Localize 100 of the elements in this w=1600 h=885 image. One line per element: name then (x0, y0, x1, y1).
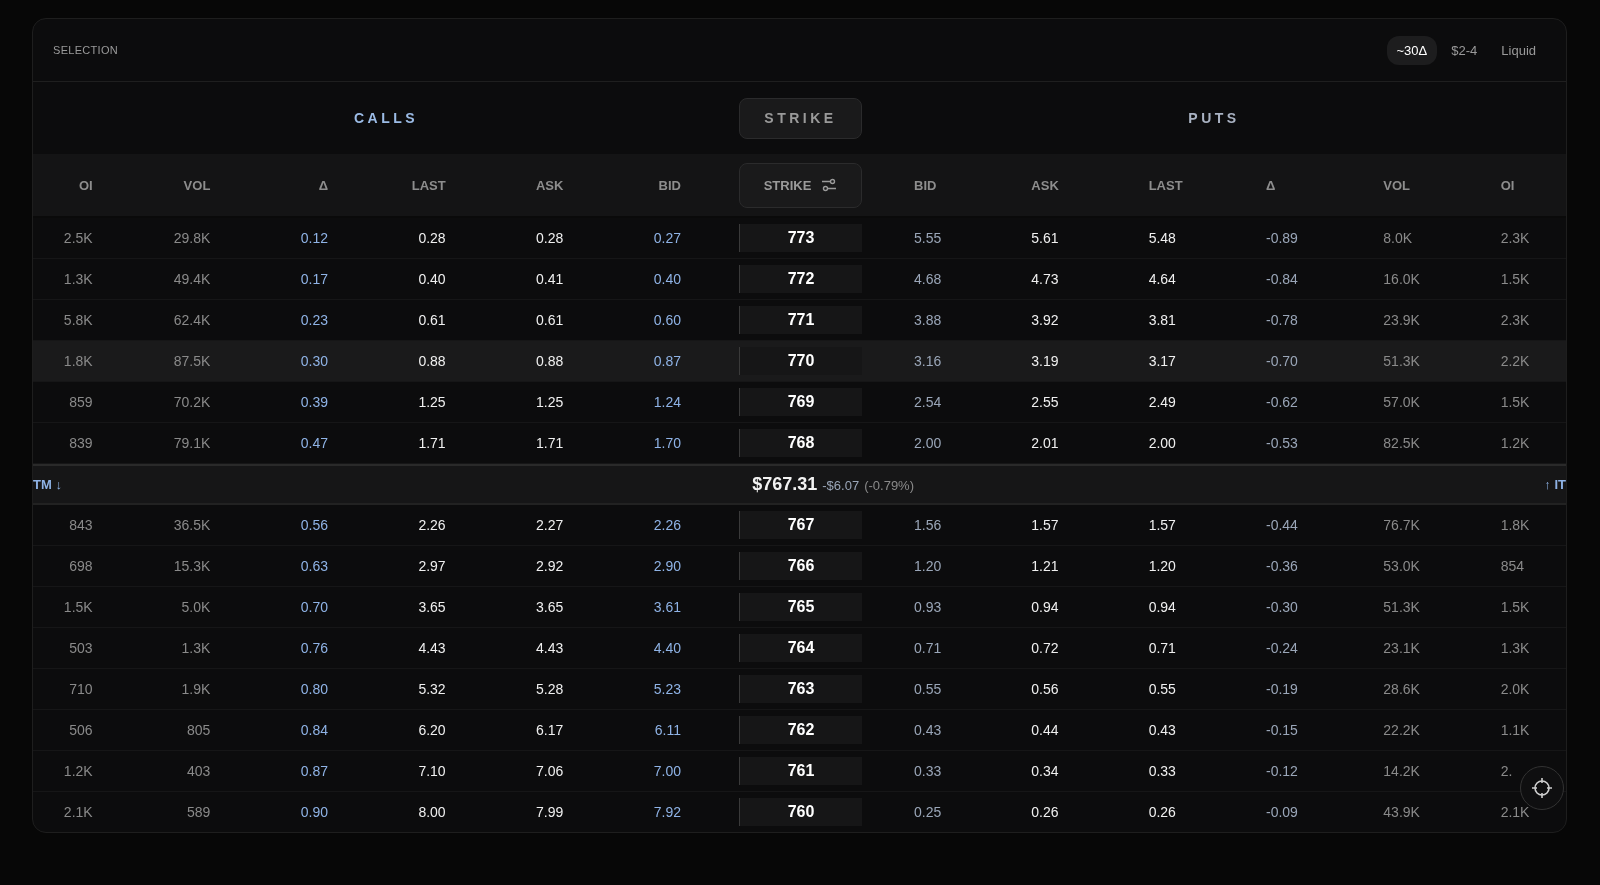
table-cell-text: 79.1K (172, 435, 212, 451)
filter-chip[interactable]: ~30Δ (1386, 35, 1438, 65)
table-cell-text: -0.30 (1265, 599, 1299, 615)
table-cell-text: 15.3K (172, 558, 212, 574)
table-cell-text: 3.16 (913, 353, 943, 369)
table-cell-text: 87.5K (172, 353, 212, 369)
column-header[interactable]: OI (1448, 177, 1566, 193)
table-cell-text: 0.33 (1147, 763, 1177, 779)
table-cell-text: 0.30 (299, 353, 329, 369)
table-cell-text: 0.71 (1147, 640, 1177, 656)
table-cell-text: 5.28 (535, 681, 565, 697)
itm-label: ↑ IT (1544, 477, 1566, 492)
column-header[interactable]: BID (862, 177, 980, 193)
table-cell-text: 0.72 (1030, 640, 1060, 656)
otm-label: TM ↓ (33, 477, 62, 492)
table-cell-text: 1.70 (652, 435, 682, 451)
table-cell-text: 1.5K (1499, 599, 1531, 615)
table-cell-text: 1.3K (180, 640, 212, 656)
table-cell-text: 1.5K (62, 599, 94, 615)
table-cell-text: 2.3K (1499, 312, 1531, 328)
table-cell-text: 57.0K (1382, 394, 1421, 410)
table-cell-text: 1.8K (1499, 517, 1531, 533)
table-cell-text: 49.4K (172, 271, 212, 287)
table-cell-text: 2.26 (652, 517, 682, 533)
column-header[interactable]: VOL (150, 177, 269, 193)
table-cell-text: 1.2K (1499, 435, 1531, 451)
table-cell-text: -0.89 (1265, 230, 1299, 246)
table-cell-text: 2.01 (1030, 435, 1060, 451)
table-cell-text: 0.39 (299, 394, 329, 410)
panel-title: SELECTION (53, 44, 119, 56)
strike-cell: 772 (739, 265, 862, 293)
table-cell-text: 3.65 (417, 599, 447, 615)
table-cell-text: 0.61 (535, 312, 565, 328)
filter-chip[interactable]: $2-4 (1441, 35, 1488, 65)
table-cell-text: 859 (68, 394, 94, 410)
table-cell-text: 0.71 (913, 640, 943, 656)
column-header[interactable]: LAST (1096, 177, 1214, 193)
table-cell-text: 1.71 (417, 435, 447, 451)
table-cell-text: 1.5K (1499, 394, 1531, 410)
table-cell-text: 5.61 (1030, 230, 1060, 246)
table-cell-text: 0.76 (299, 640, 329, 656)
column-header[interactable]: Δ (1214, 177, 1332, 193)
column-header[interactable]: Δ (268, 177, 386, 193)
table-cell-text: 589 (185, 804, 212, 820)
table-cell-text: 4.43 (417, 640, 447, 656)
table-cell-text: 22.2K (1382, 722, 1421, 738)
table-cell-text: 16.0K (1382, 271, 1421, 287)
table-cell-text: 62.4K (172, 312, 212, 328)
table-cell-text: 0.84 (299, 722, 329, 738)
table-cell-text: 0.70 (299, 599, 329, 615)
table-cell-text: 2.0K (1499, 681, 1531, 697)
table-cell-text: 2. (1499, 763, 1514, 779)
strike-heading-button[interactable]: STRIKE (739, 97, 862, 139)
table-cell-text: -0.12 (1265, 763, 1299, 779)
table-cell-text: 3.88 (913, 312, 943, 328)
spot-price: $767.31 (752, 474, 818, 495)
table-cell-text: 5.48 (1147, 230, 1177, 246)
table-cell-text: 43.9K (1382, 804, 1421, 820)
table-cell-text: -0.70 (1265, 353, 1299, 369)
price-change-percent: (-0.79%) (864, 478, 914, 493)
column-header[interactable]: LAST (386, 177, 504, 193)
table-cell-text: 2.27 (535, 517, 565, 533)
column-header[interactable]: VOL (1331, 177, 1449, 193)
table-cell-text: 2.90 (652, 558, 682, 574)
table-cell-text: 4.43 (535, 640, 565, 656)
table-cell-text: 0.26 (1030, 804, 1060, 820)
table-cell-text: 0.40 (652, 271, 682, 287)
strike-cell: 771 (739, 306, 862, 334)
table-cell-text: 14.2K (1382, 763, 1421, 779)
table-cell-text: 1.3K (1499, 640, 1531, 656)
table-cell-text: 2.00 (1147, 435, 1177, 451)
table-cell-text: 2.26 (417, 517, 447, 533)
strike-cell: 761 (739, 757, 862, 785)
table-cell-text: 854 (1499, 558, 1525, 574)
table-cell-text: 1.20 (913, 558, 943, 574)
table-cell-text: 0.41 (535, 271, 565, 287)
strike-cell: 766 (739, 552, 862, 580)
table-cell-text: 0.17 (299, 271, 329, 287)
table-cell-text: 0.90 (299, 804, 329, 820)
table-cell-text: 5.8K (62, 312, 94, 328)
column-header[interactable]: ASK (503, 177, 622, 193)
table-cell-text: 3.19 (1030, 353, 1060, 369)
table-cell-text: 6.17 (535, 722, 565, 738)
table-cell-text: 2.00 (913, 435, 943, 451)
filter-chip[interactable]: Liquid (1491, 35, 1546, 65)
column-header[interactable]: OI (33, 177, 151, 193)
table-cell-text: 0.25 (913, 804, 943, 820)
table-cell-text: 506 (68, 722, 94, 738)
table-cell-text: 839 (68, 435, 94, 451)
strike-cell: 762 (739, 716, 862, 744)
table-cell-text: 2.54 (913, 394, 943, 410)
strike-column-button[interactable]: STRIKE (739, 162, 862, 208)
table-cell-text: 2.2K (1499, 353, 1531, 369)
table-cell-text: 0.23 (299, 312, 329, 328)
table-cell-text: 1.71 (535, 435, 565, 451)
column-header[interactable]: BID (621, 177, 739, 193)
table-cell-text: 0.55 (913, 681, 943, 697)
table-cell-text: 0.63 (299, 558, 329, 574)
column-header[interactable]: ASK (979, 177, 1097, 193)
table-cell-text: 1.20 (1147, 558, 1177, 574)
